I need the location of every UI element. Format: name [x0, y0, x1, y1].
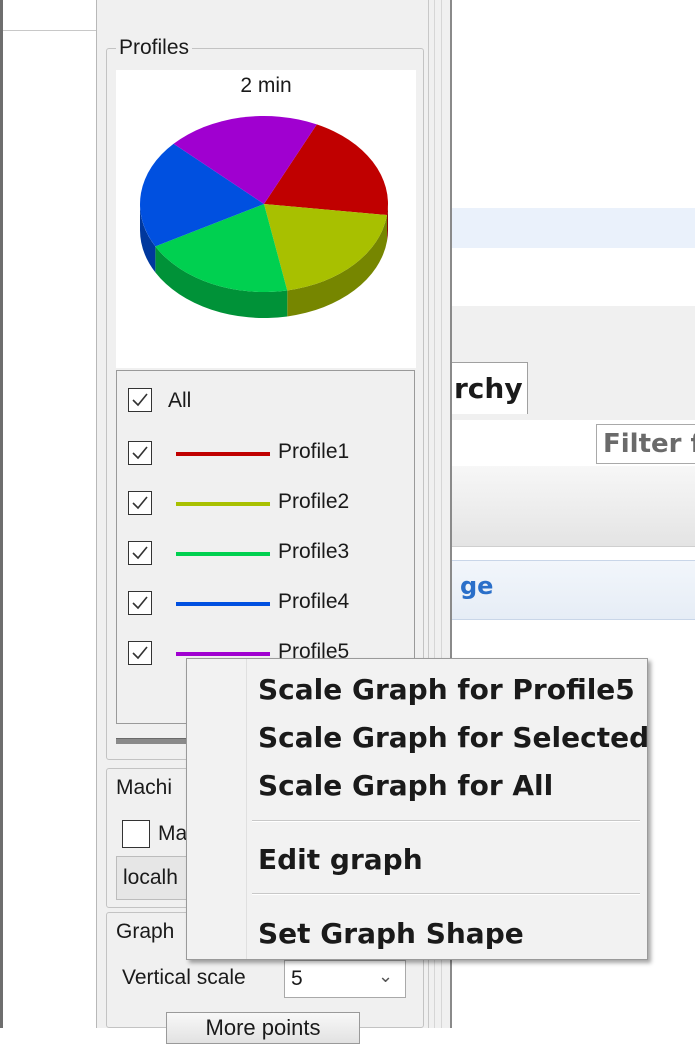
machine-group-title: Machi — [116, 776, 173, 799]
context-menu-gutter — [246, 659, 247, 959]
pie-chart-area — [116, 70, 416, 368]
legend-row-profile3[interactable]: Profile3 — [128, 539, 408, 567]
checkmark-icon — [132, 546, 148, 560]
filter-input[interactable]: Filter f — [596, 424, 695, 464]
profile3-checkbox[interactable] — [128, 541, 152, 565]
selected-row-highlight — [452, 208, 695, 248]
menu-item-scale-all[interactable]: Scale Graph for All — [258, 769, 553, 802]
menu-item-set-graph-shape[interactable]: Set Graph Shape — [258, 917, 524, 950]
profiles-group-title: Profiles — [116, 36, 193, 60]
menu-item-edit-graph[interactable]: Edit graph — [258, 843, 423, 876]
menu-separator — [252, 893, 640, 895]
graph-group-title: Graph — [116, 920, 175, 943]
pie-chart — [140, 116, 388, 318]
profile4-line-swatch — [176, 602, 270, 606]
legend-row-profile2[interactable]: Profile2 — [128, 489, 408, 517]
profile5-line-swatch — [176, 652, 270, 656]
more-points-button[interactable]: More points — [166, 1012, 360, 1044]
tab-hierarchy[interactable]: rchy — [452, 362, 528, 414]
profile1-label: Profile1 — [278, 440, 350, 463]
profile3-line-swatch — [176, 552, 270, 556]
legend-row-profile1[interactable]: Profile1 — [128, 439, 408, 467]
background-header-band — [452, 466, 695, 547]
profile4-label: Profile4 — [278, 590, 350, 613]
window-top-strip — [3, 0, 96, 31]
pane-divider — [96, 0, 97, 1028]
machine-checkbox-label: Ma — [158, 822, 188, 845]
profile2-checkbox[interactable] — [128, 491, 152, 515]
legend-row-profile4[interactable]: Profile4 — [128, 589, 408, 617]
checkmark-icon — [132, 596, 148, 610]
machine-checkbox[interactable] — [122, 820, 150, 848]
checkmark-icon — [132, 646, 148, 660]
profile1-checkbox[interactable] — [128, 441, 152, 465]
menu-separator — [252, 820, 640, 822]
vertical-scale-label: Vertical scale — [122, 966, 246, 989]
all-checkbox-label: All — [168, 389, 192, 412]
chart-title: 2 min — [240, 74, 292, 97]
window-left-area — [3, 30, 96, 1028]
profile3-label: Profile3 — [278, 540, 350, 563]
profile4-checkbox[interactable] — [128, 591, 152, 615]
background-page-link[interactable]: ge — [460, 572, 493, 600]
profile1-line-swatch — [176, 452, 270, 456]
panel-splitter[interactable] — [116, 738, 196, 744]
all-checkbox[interactable] — [128, 388, 152, 412]
checkmark-icon — [132, 496, 148, 510]
checkmark-icon — [132, 393, 148, 407]
profile2-label: Profile2 — [278, 490, 350, 513]
menu-item-scale-selected[interactable]: Scale Graph for Selected — [258, 721, 649, 754]
background-toolbar — [452, 306, 695, 351]
profile5-checkbox[interactable] — [128, 641, 152, 665]
profile2-line-swatch — [176, 502, 270, 506]
checkmark-icon — [132, 446, 148, 460]
menu-item-scale-profile5[interactable]: Scale Graph for Profile5 — [258, 673, 635, 706]
chevron-down-icon[interactable]: ⌄ — [378, 966, 393, 987]
